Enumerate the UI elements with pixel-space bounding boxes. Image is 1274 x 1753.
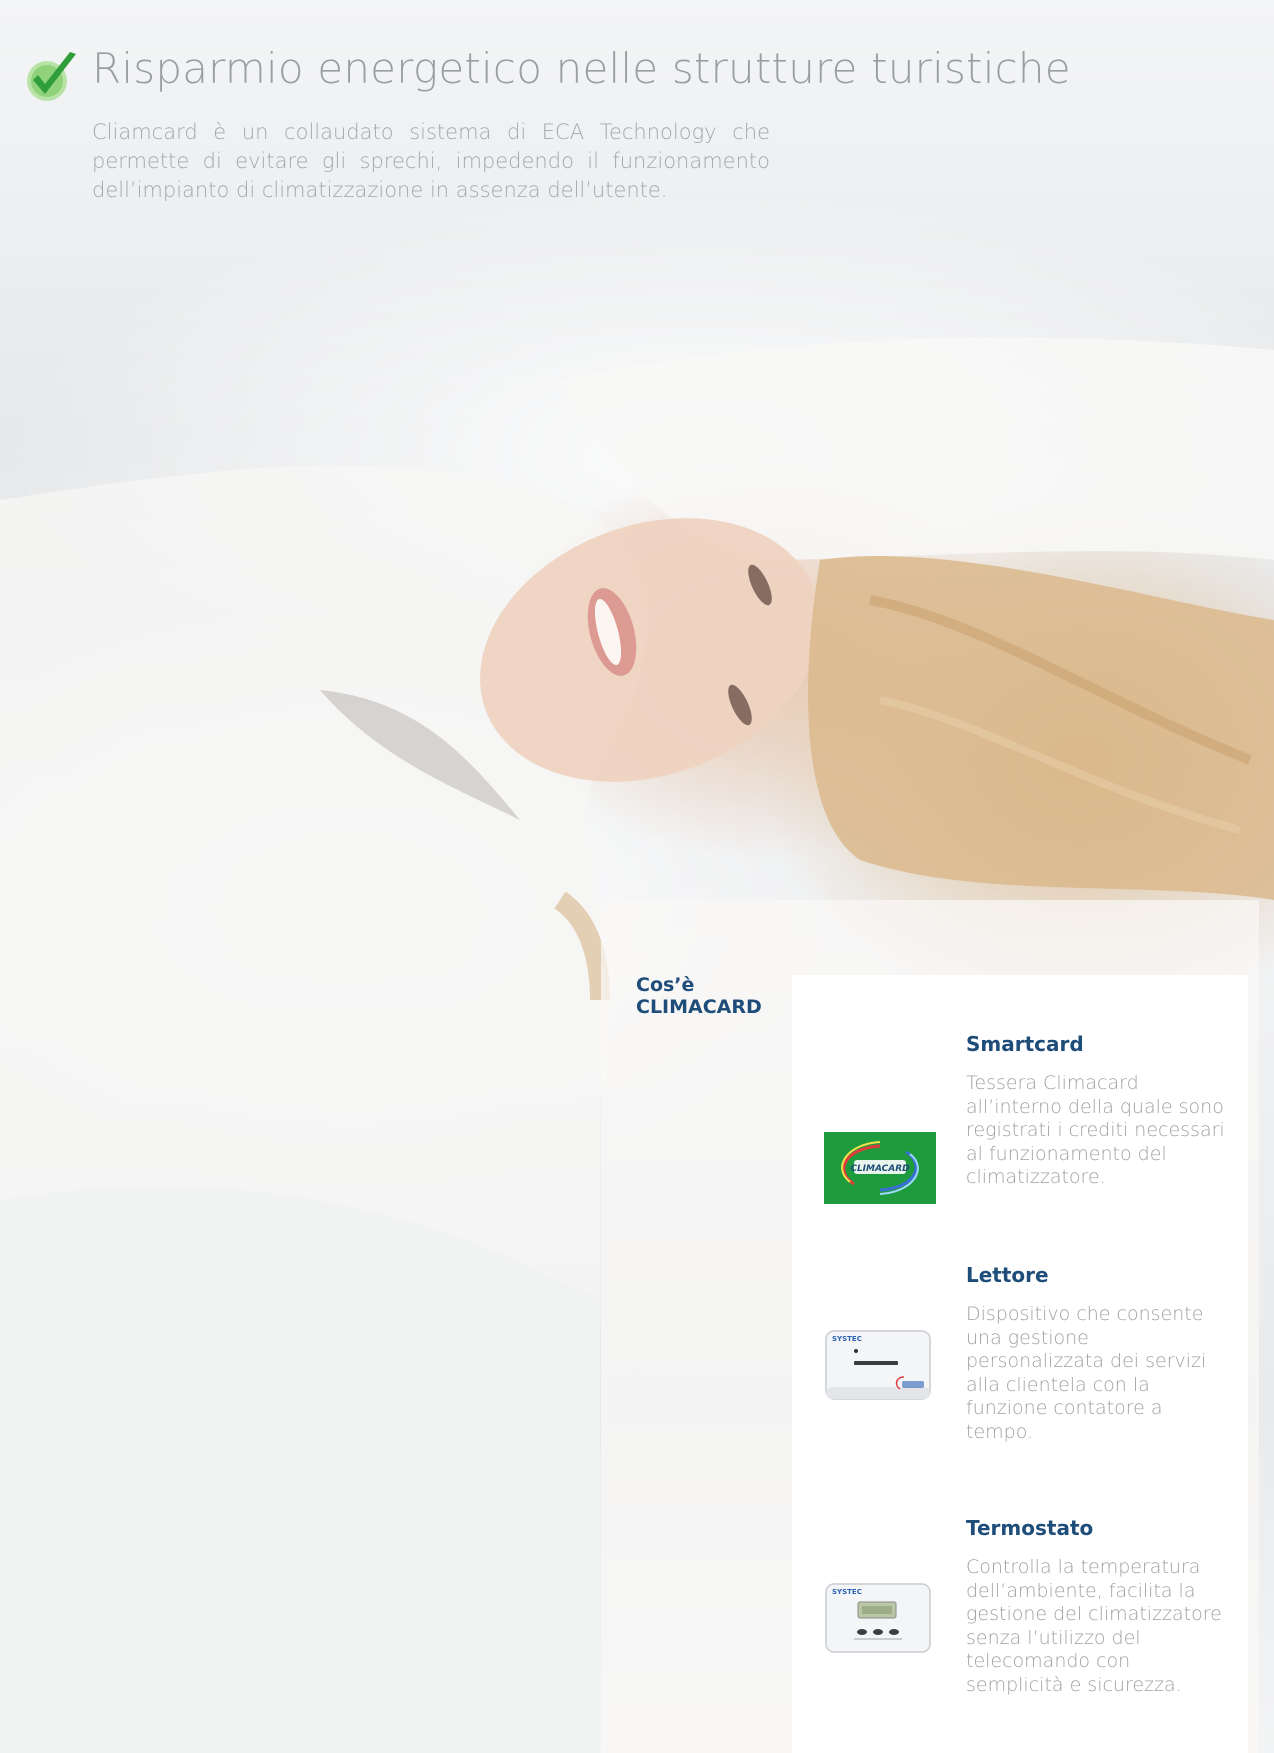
component-description: Dispositivo che consente una gestione pe… bbox=[966, 1303, 1207, 1443]
component-description: Tessera Climacard all’interno della qual… bbox=[966, 1072, 1225, 1188]
thermostat-icon: SYSTEC bbox=[825, 1583, 931, 1653]
panel-label-line2: CLIMACARD bbox=[636, 996, 762, 1018]
reader-brand-text: SYSTEC bbox=[832, 1335, 862, 1343]
component-title: Smartcard bbox=[966, 1032, 1084, 1056]
components-card: CLIMACARD Smartcard Tessera Climacard al… bbox=[792, 975, 1248, 1753]
climacard-smartcard-icon: CLIMACARD bbox=[824, 1132, 936, 1204]
intro-paragraph: Cliamcard è un collaudato sistema di ECA… bbox=[92, 120, 770, 202]
component-title: Termostato bbox=[966, 1516, 1094, 1540]
panel-label-line1: Cos’è bbox=[636, 974, 695, 996]
component-title: Lettore bbox=[966, 1263, 1049, 1287]
checkmark-icon bbox=[27, 52, 76, 101]
card-reader-icon: SYSTEC bbox=[825, 1330, 931, 1400]
component-description: Controlla la temperatura dell’ambiente, … bbox=[966, 1556, 1222, 1696]
panel-label: Cos’è CLIMACARD bbox=[636, 974, 762, 1018]
page-title: Risparmio energetico nelle strutture tur… bbox=[92, 44, 1071, 93]
climacard-logo-text: CLIMACARD bbox=[850, 1164, 910, 1174]
thermostat-brand-text: SYSTEC bbox=[832, 1588, 862, 1596]
